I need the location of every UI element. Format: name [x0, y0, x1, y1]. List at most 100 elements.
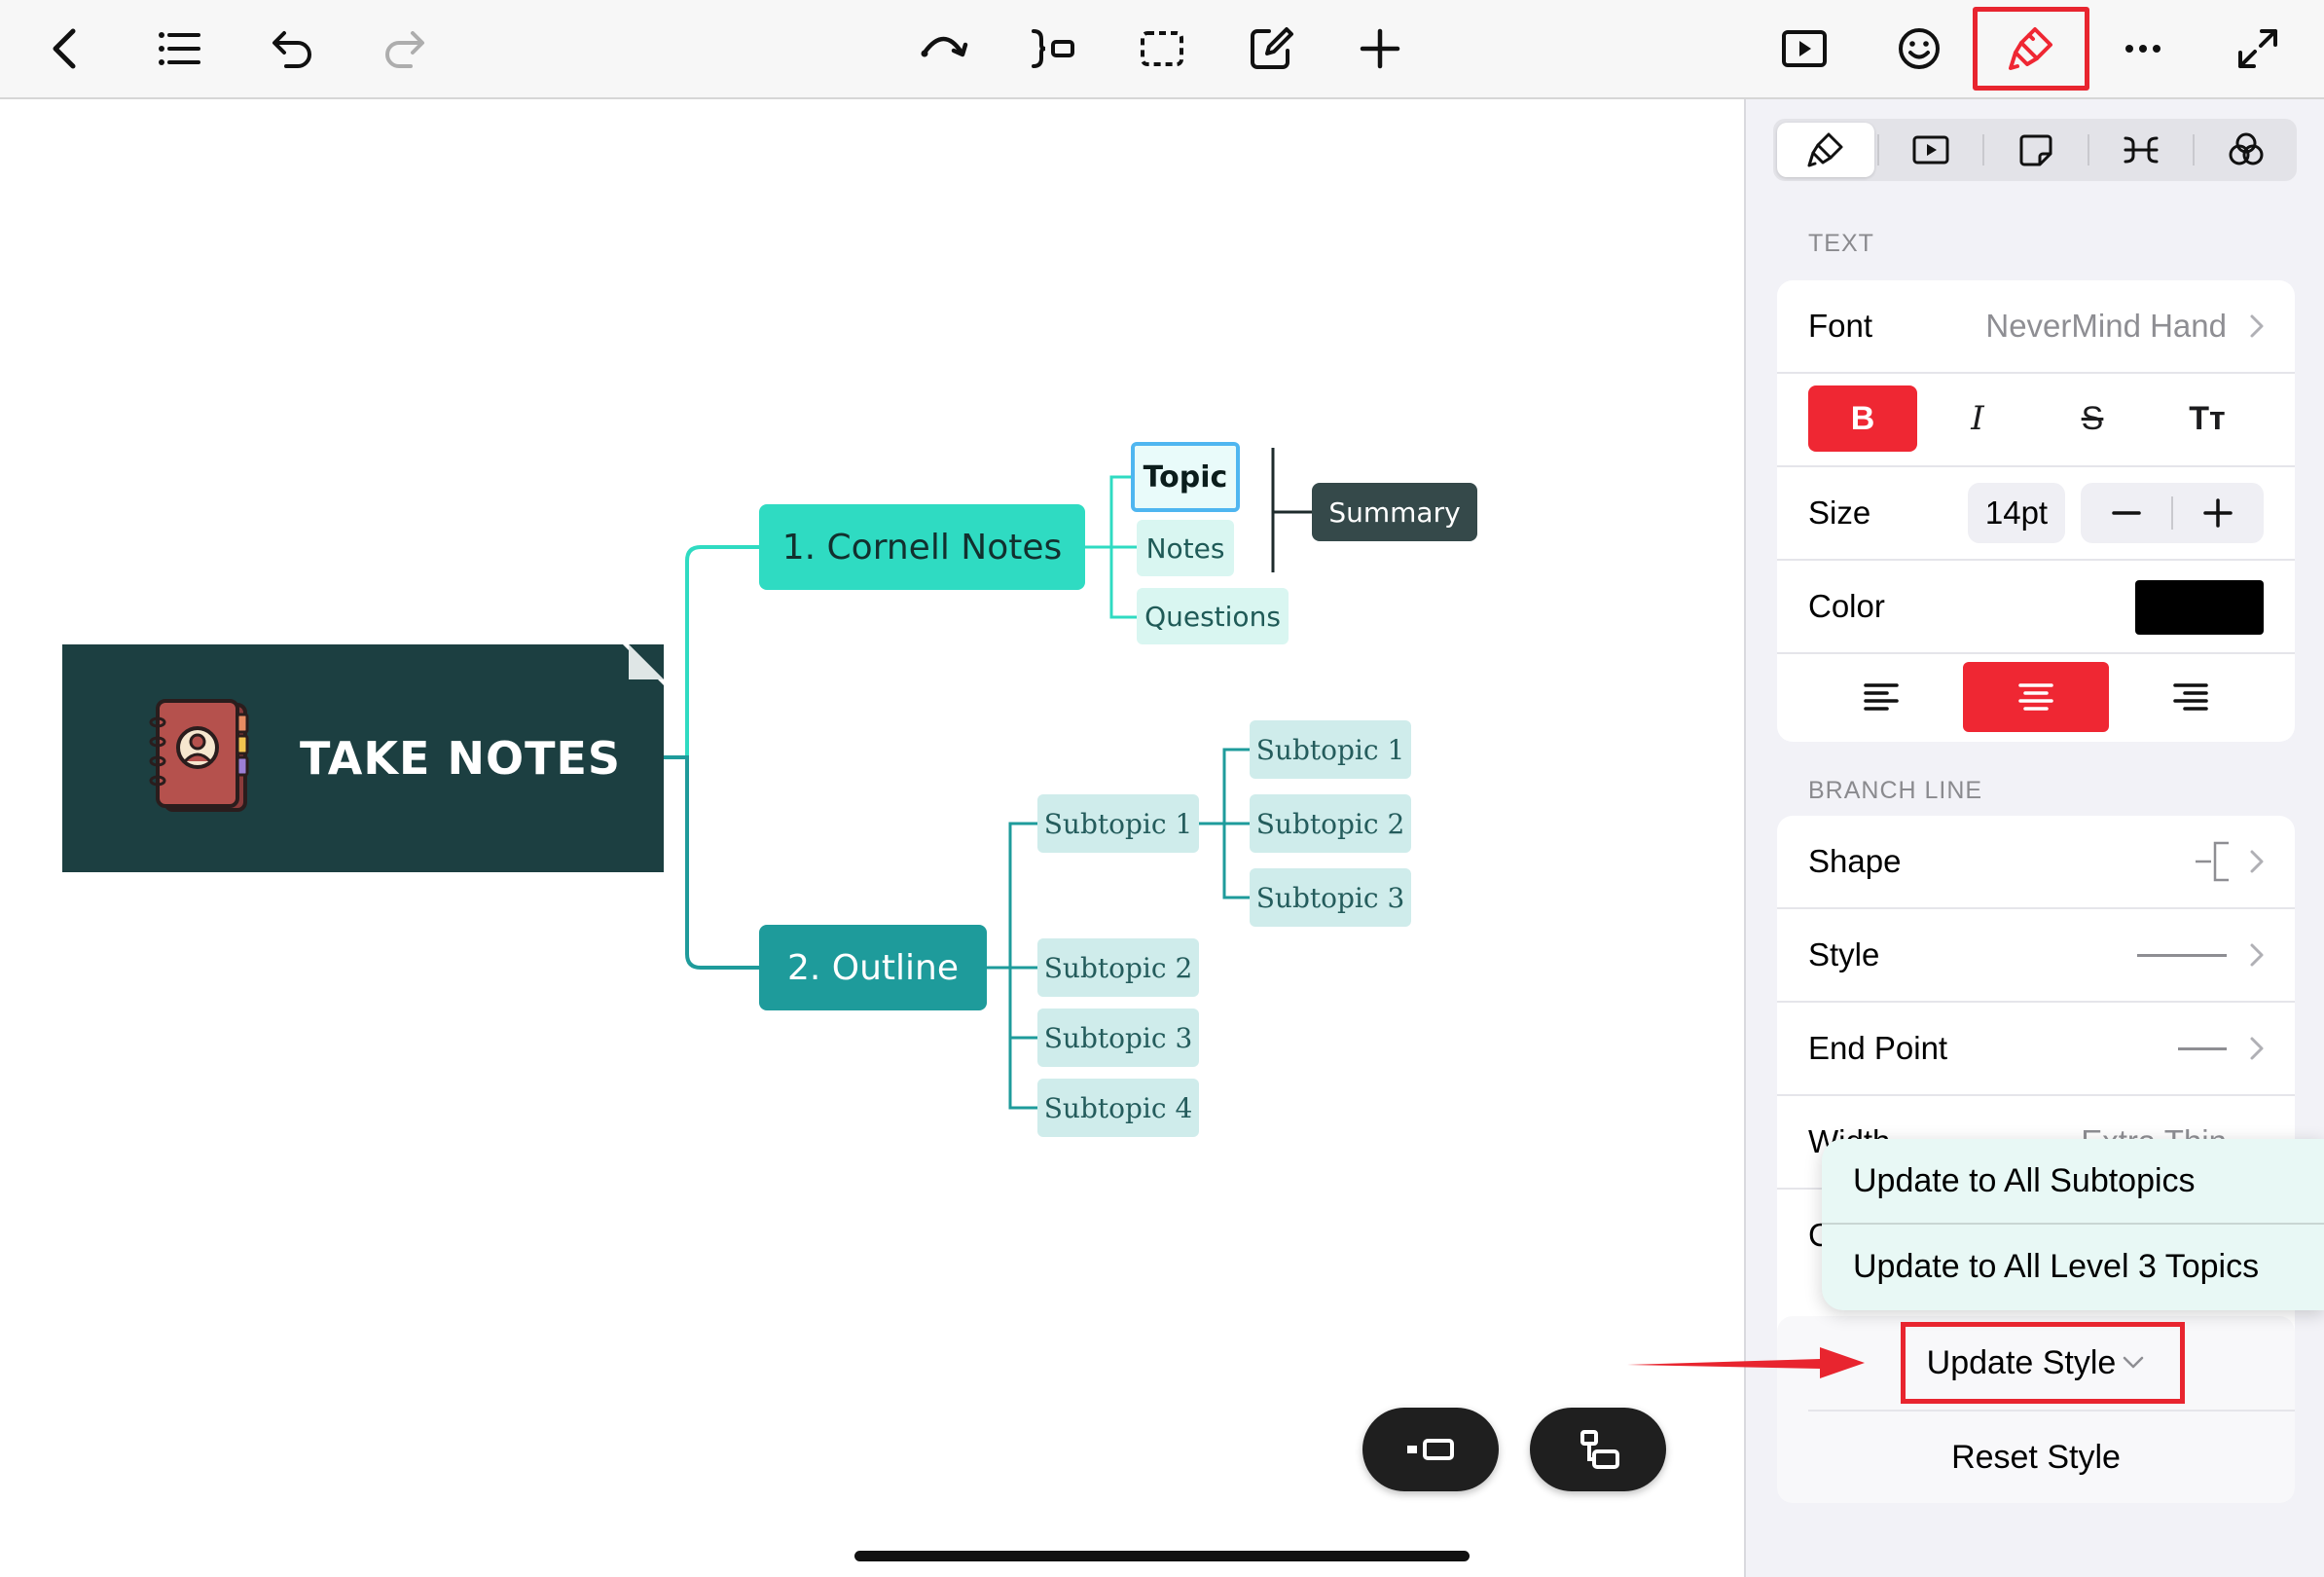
size-value[interactable]: 14pt	[1968, 483, 2065, 543]
subtopic-topic-selected[interactable]: Topic	[1131, 442, 1240, 512]
undo-icon[interactable]	[255, 12, 329, 86]
subtopic-notes[interactable]: Notes	[1137, 520, 1234, 576]
chevron-right-icon	[2250, 943, 2264, 967]
branch-shape-icon	[2196, 841, 2229, 882]
outline-subtopic-3[interactable]: Subtopic 3	[1037, 1009, 1199, 1067]
update-all-subtopics-option[interactable]: Update to All Subtopics	[1822, 1139, 2324, 1223]
subtopic-label: Notes	[1145, 532, 1225, 565]
align-right-button[interactable]	[2118, 662, 2264, 732]
chevron-right-icon	[2250, 1037, 2264, 1060]
strikethrough-button[interactable]: S	[2038, 385, 2147, 452]
bold-button[interactable]: B	[1808, 385, 1917, 452]
edit-note-icon[interactable]	[1234, 12, 1308, 86]
presentation-icon[interactable]	[1767, 12, 1841, 86]
style-brush-icon	[1807, 132, 1843, 167]
font-value: NeverMind Hand	[1985, 308, 2227, 344]
insert-topic-button[interactable]	[1530, 1408, 1666, 1491]
home-indicator[interactable]	[854, 1551, 1470, 1561]
subtopic-label: Subtopic 2	[1043, 951, 1193, 984]
style-label: Style	[1808, 936, 1880, 972]
arrow-annotation-icon	[1627, 1347, 1865, 1378]
root-topic[interactable]: TAKE NOTES	[62, 644, 664, 872]
outline-list-icon[interactable]	[142, 12, 216, 86]
plus-icon[interactable]	[2201, 496, 2234, 530]
font-row[interactable]: Font NeverMind Hand	[1777, 280, 2295, 372]
update-level3-topics-option[interactable]: Update to All Level 3 Topics	[1822, 1225, 2324, 1308]
summary-topic[interactable]: Summary	[1312, 483, 1477, 541]
outline-subtopic-4[interactable]: Subtopic 4	[1037, 1079, 1199, 1137]
tab-style[interactable]	[1777, 123, 1874, 177]
level3-subtopic-1[interactable]: Subtopic 1	[1250, 720, 1411, 779]
subtopic-label: Subtopic 1	[1255, 733, 1405, 766]
relationship-icon[interactable]	[907, 12, 981, 86]
theme-icon	[2229, 132, 2264, 165]
outline-subtopic-1[interactable]: Subtopic 1	[1037, 794, 1199, 853]
select-area-icon[interactable]	[1125, 12, 1199, 86]
outline-subtopic-2[interactable]: Subtopic 2	[1037, 938, 1199, 997]
italic-button[interactable]: I	[1923, 385, 2032, 452]
shape-label: Shape	[1808, 843, 1902, 879]
tab-presentation[interactable]	[1882, 123, 1979, 177]
size-row: Size 14pt	[1777, 467, 2295, 559]
branch-section-header: BRANCH LINE	[1808, 777, 1983, 804]
update-style-popover: Update to All Subtopics Update to All Le…	[1822, 1139, 2324, 1310]
main-topic-outline[interactable]: 2. Outline	[759, 925, 987, 1010]
level3-subtopic-2[interactable]: Subtopic 2	[1250, 794, 1411, 853]
tab-theme[interactable]	[2197, 123, 2295, 177]
subtopic-label: Subtopic 4	[1043, 1091, 1193, 1124]
shape-row[interactable]: Shape	[1777, 816, 2295, 907]
fullscreen-icon[interactable]	[2221, 12, 2295, 86]
emoji-sticker-icon[interactable]	[1882, 12, 1956, 86]
subtopic-label: Subtopic 2	[1255, 807, 1405, 840]
page-fold-icon	[623, 644, 664, 685]
subtopic-label: Topic	[1143, 459, 1228, 495]
color-swatch[interactable]	[2135, 580, 2264, 635]
align-right-icon	[2173, 683, 2208, 711]
minus-icon[interactable]	[2110, 503, 2143, 523]
subtopic-label: Questions	[1144, 600, 1281, 633]
line-style-preview	[2137, 954, 2227, 957]
presentation-icon	[1912, 135, 1949, 165]
boundary-summary-icon[interactable]	[1016, 12, 1090, 86]
back-icon[interactable]	[29, 12, 103, 86]
reset-style-button[interactable]: Reset Style	[1777, 1412, 2295, 1503]
text-section-header: TEXT	[1808, 230, 1874, 257]
root-topic-label: TAKE NOTES	[300, 732, 622, 785]
more-icon[interactable]	[2106, 12, 2180, 86]
insert-topic-icon	[1580, 1430, 1619, 1469]
color-row[interactable]: Color	[1777, 561, 2295, 652]
insert-subtopic-button[interactable]	[1362, 1408, 1499, 1491]
top-toolbar	[0, 0, 2324, 99]
tab-sticker[interactable]	[1987, 123, 2085, 177]
main-topic-label: 1. Cornell Notes	[781, 527, 1063, 568]
notebook-icon	[149, 699, 249, 812]
end-point-row[interactable]: End Point	[1777, 1003, 2295, 1094]
end-point-preview	[2178, 1047, 2227, 1050]
sticker-note-icon	[2019, 134, 2052, 166]
text-settings-card: Font NeverMind Hand B I S Tт Size 14pt C…	[1777, 280, 2295, 742]
tab-structure[interactable]	[2092, 123, 2190, 177]
insert-subtopic-icon	[1407, 1439, 1454, 1460]
size-stepper	[2081, 483, 2264, 543]
subtopic-questions[interactable]: Questions	[1137, 588, 1289, 644]
mindmap-canvas[interactable]: TAKE NOTES 1. Cornell Notes 2. Outline T…	[0, 99, 1744, 1577]
main-topic-cornell[interactable]: 1. Cornell Notes	[759, 504, 1085, 590]
add-topic-icon[interactable]	[1343, 12, 1417, 86]
size-label: Size	[1808, 495, 1871, 531]
chevron-right-icon	[2250, 850, 2264, 873]
redo-icon[interactable]	[368, 12, 442, 86]
color-label: Color	[1808, 588, 1885, 624]
align-left-button[interactable]	[1808, 662, 1954, 732]
structure-icon	[2124, 136, 2159, 164]
alignment-row	[1777, 654, 2295, 742]
align-center-icon	[2018, 683, 2053, 711]
align-left-icon	[1864, 683, 1899, 711]
level3-subtopic-3[interactable]: Subtopic 3	[1250, 868, 1411, 927]
subtopic-label: Subtopic 3	[1043, 1021, 1193, 1054]
style-row[interactable]: Style	[1777, 909, 2295, 1001]
align-center-button[interactable]	[1963, 662, 2109, 732]
text-case-button[interactable]: Tт	[2153, 385, 2262, 452]
reset-style-label: Reset Style	[1951, 1438, 2121, 1476]
main-topic-label: 2. Outline	[786, 947, 960, 988]
end-point-label: End Point	[1808, 1030, 1948, 1066]
